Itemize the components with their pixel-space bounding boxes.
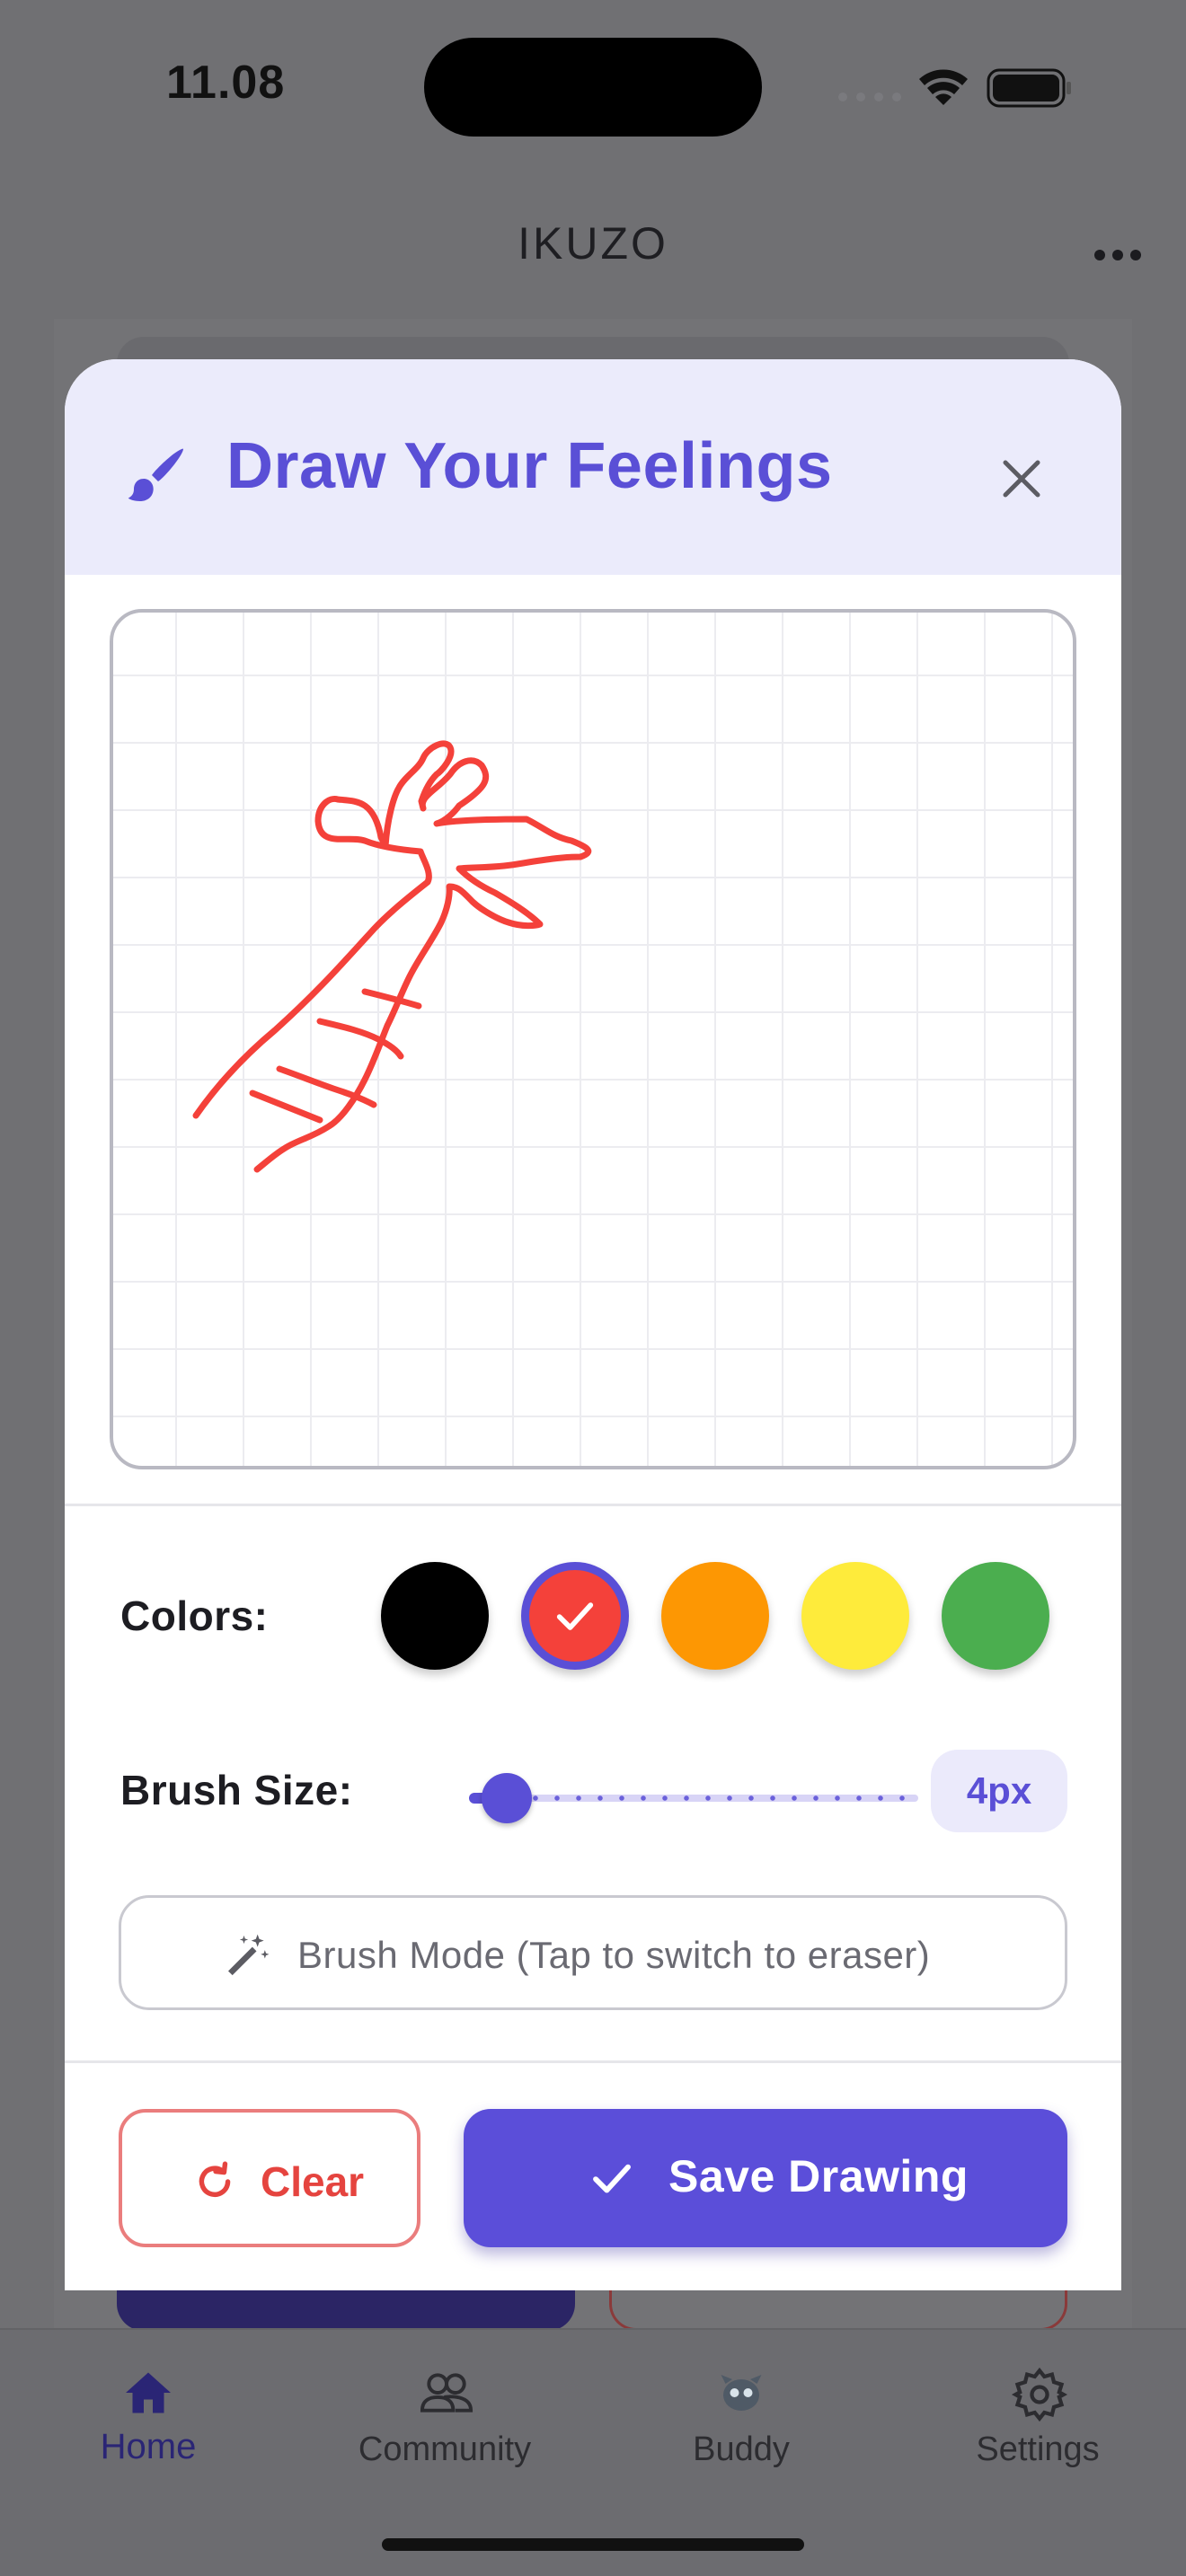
magic-wand-icon: [228, 1934, 270, 1976]
buddy-icon: [721, 2375, 762, 2411]
clear-label: Clear: [261, 2158, 365, 2205]
slider-track: [523, 1795, 918, 1802]
color-swatch-black[interactable]: [381, 1562, 489, 1670]
gear-icon: [1011, 2367, 1068, 2422]
tab-buddy[interactable]: Buddy: [593, 2330, 890, 2510]
divider: [65, 1504, 1121, 1506]
divider: [65, 2060, 1121, 2063]
draw-modal: Draw Your Feelings Colors: Brush Size: 4…: [65, 359, 1121, 2290]
wifi-icon: [919, 69, 968, 105]
tab-settings[interactable]: Settings: [890, 2330, 1186, 2510]
save-drawing-button[interactable]: Save Drawing: [464, 2109, 1067, 2247]
check-icon: [556, 1602, 594, 1630]
check-icon: [593, 2164, 631, 2193]
color-swatch-yellow[interactable]: [801, 1562, 909, 1670]
status-icons: [836, 63, 1078, 108]
tab-home[interactable]: Home: [0, 2330, 296, 2510]
tab-buddy-label: Buddy: [693, 2430, 790, 2468]
status-time: 11.08: [166, 57, 286, 109]
battery-icon: [987, 68, 1071, 108]
home-indicator: [382, 2538, 804, 2551]
drawing-canvas[interactable]: [110, 609, 1076, 1469]
brush-size-value: 4px: [931, 1750, 1067, 1832]
brush-size-slider[interactable]: [469, 1760, 936, 1832]
tab-community[interactable]: Community: [296, 2330, 593, 2510]
drawing-strokes: [192, 740, 592, 1173]
dynamic-island: [424, 38, 762, 137]
tab-settings-label: Settings: [976, 2430, 1100, 2468]
app-title: IKUZO: [518, 218, 668, 269]
modal-header: Draw Your Feelings: [65, 359, 1121, 575]
tab-home-label: Home: [100, 2427, 197, 2466]
color-swatch-green[interactable]: [942, 1562, 1049, 1670]
save-drawing-label: Save Drawing: [668, 2151, 969, 2201]
app-header: IKUZO: [0, 171, 1186, 314]
cellular-signal-icon: [838, 93, 901, 101]
colors-label: Colors:: [120, 1592, 269, 1639]
modal-title: Draw Your Feelings: [226, 430, 833, 502]
color-palette: [314, 1548, 1067, 1682]
color-swatch-red[interactable]: [521, 1562, 629, 1670]
brush-size-label: Brush Size:: [120, 1767, 353, 1813]
home-icon: [126, 2372, 171, 2413]
brush-mode-label: Brush Mode (Tap to switch to eraser): [297, 1934, 931, 1976]
brush-icon: [128, 448, 183, 501]
people-icon: [420, 2373, 474, 2413]
refresh-icon: [199, 2161, 231, 2197]
more-options-icon[interactable]: [1094, 237, 1148, 273]
brush-mode-toggle-button[interactable]: Brush Mode (Tap to switch to eraser): [119, 1895, 1067, 2010]
color-swatch-orange[interactable]: [661, 1562, 769, 1670]
status-bar: 11.08: [0, 0, 1186, 171]
close-icon[interactable]: [981, 438, 1062, 519]
tab-community-label: Community: [358, 2430, 532, 2468]
clear-button[interactable]: Clear: [119, 2109, 420, 2247]
slider-thumb[interactable]: [482, 1773, 532, 1823]
